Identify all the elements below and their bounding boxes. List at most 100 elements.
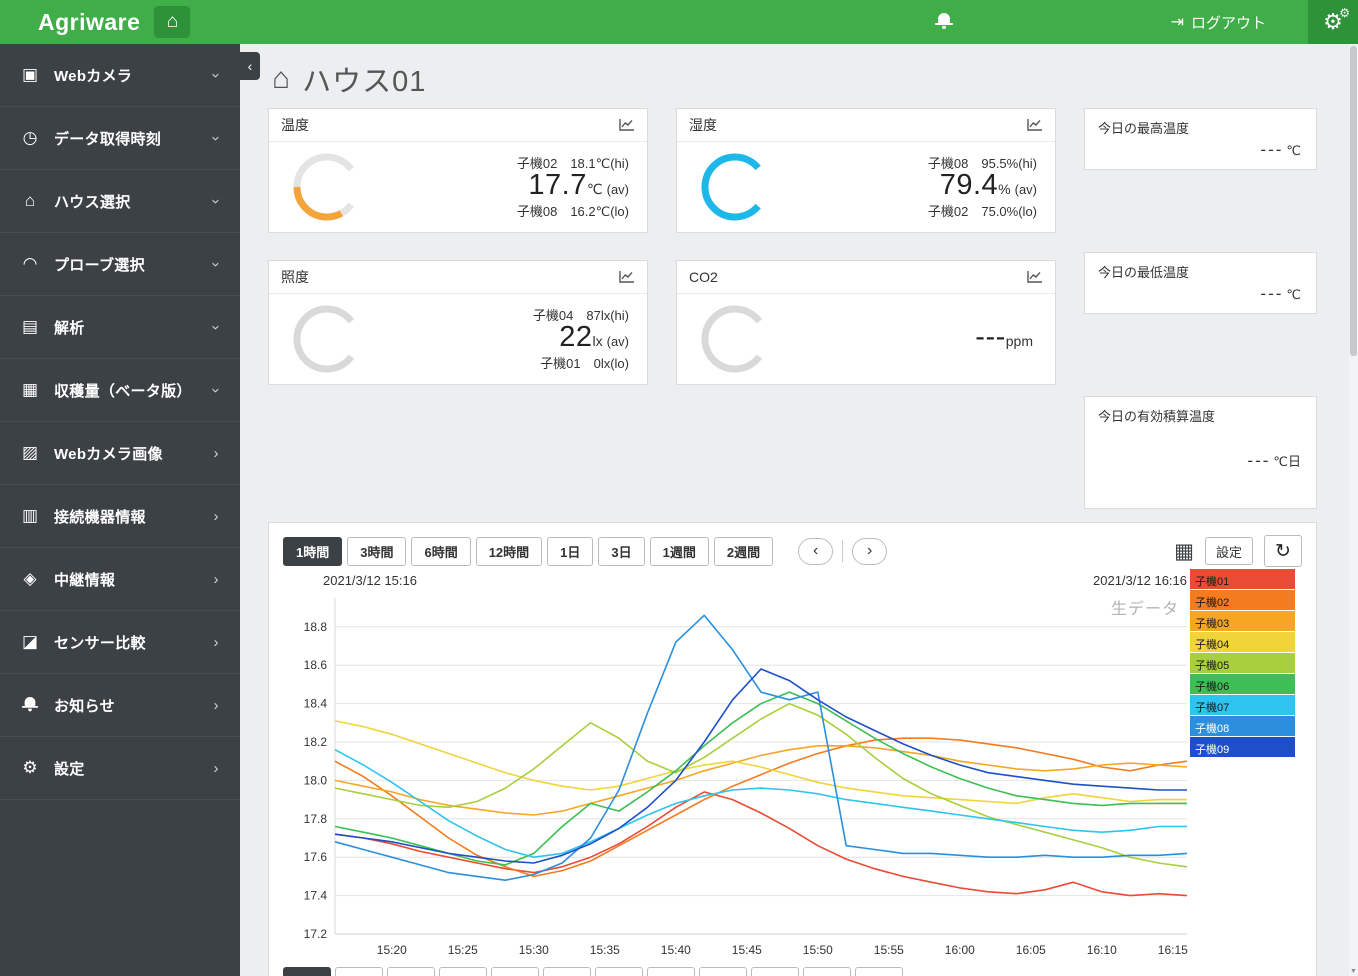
chart-date-range: 2021/3/12 15:16 2021/3/12 16:16 [323,573,1187,588]
series-toggle-button[interactable] [543,967,591,976]
chart-next-button[interactable]: › [852,537,888,565]
chevron-right-icon: › [213,696,219,714]
series-toggle-button[interactable] [803,967,851,976]
chart-line-icon[interactable] [619,118,635,132]
average-reading: 17.7℃ (av) [528,168,629,201]
header-settings-button[interactable]: ⚙ ⚙ [1308,0,1358,44]
sidebar-collapse-button[interactable]: ‹ [240,52,260,80]
chevron-down-icon: › [207,387,225,393]
series-toggle-button[interactable] [283,967,331,976]
notification-bell-button[interactable] [934,11,953,34]
temperature-gauge [293,153,361,221]
x-axis-label: 16:15 [1158,943,1188,957]
clock-icon: ◷ [22,128,38,147]
y-axis-label: 18.2 [304,735,328,749]
sidebar-item-analysis[interactable]: ▤ 解析 › [0,296,240,359]
legend-item[interactable]: 子機09 [1190,737,1295,757]
devices-icon: ▥ [21,506,39,525]
gear-small-icon: ⚙ [1339,6,1350,20]
range-button-1w[interactable]: 1週間 [649,536,709,566]
scrollbar-thumb[interactable] [1350,46,1357,356]
series-toggle-button[interactable] [439,967,487,976]
sidebar-item-label: 接続機器情報 [54,508,146,526]
series-toggle-button[interactable] [647,967,695,976]
lo-reading: 子機01 0lx(lo) [540,355,629,371]
legend-item[interactable]: 子機02 [1190,590,1295,610]
illuminance-card: 照度 子機04 87lx(hi) 22lx (av) 子機01 0lx(lo) [268,260,648,385]
scrollbar-down-arrow[interactable]: ▼ [1349,968,1358,975]
range-button-6h[interactable]: 6時間 [411,536,471,566]
bell-icon [19,695,41,716]
lo-reading: 子機02 75.0%(lo) [927,203,1037,219]
sidebar-item-label: Webカメラ画像 [54,445,163,463]
today-min-temp-card: 今日の最低温度 --- ℃ [1084,252,1317,314]
y-axis-label: 17.4 [304,889,328,903]
x-axis-label: 16:00 [945,943,975,957]
legend-item[interactable]: 子機08 [1190,716,1295,736]
sidebar-item-label: ハウス選択 [54,193,131,211]
logout-button[interactable]: ⇥ ログアウト [1171,12,1266,33]
range-button-2w[interactable]: 2週間 [713,536,774,566]
sidebar-item-webcam-images[interactable]: ▨ Webカメラ画像 › [0,422,240,485]
range-button-3d[interactable]: 3日 [598,536,645,566]
range-button-1d[interactable]: 1日 [547,536,594,566]
legend-item[interactable]: 子機05 [1190,653,1295,673]
chart-settings-button[interactable]: 設定 [1204,537,1253,565]
y-axis-label: 17.6 [304,850,328,864]
sidebar-item-webcamera[interactable]: ▣ Webカメラ › [0,44,240,107]
sidebar-item-label: Webカメラ [54,67,133,85]
range-button-1h[interactable]: 1時間 [283,536,343,566]
average-reading: 79.4% (av) [939,168,1037,201]
series-toggle-button[interactable] [699,967,747,976]
legend-item[interactable]: 子機04 [1190,632,1295,652]
chart-line-icon[interactable] [1027,270,1043,284]
sidebar-item-label: 解析 [54,319,85,337]
legend-item[interactable]: 子機07 [1190,695,1295,715]
sidebar-item-settings[interactable]: ⚙ 設定 › [0,737,240,800]
series-toggle-button[interactable] [387,967,435,976]
x-axis-label: 16:10 [1087,943,1117,957]
range-button-12h[interactable]: 12時間 [475,536,543,566]
sidebar-item-data-time[interactable]: ◷ データ取得時刻 › [0,107,240,170]
series-toggle-button[interactable] [491,967,539,976]
sidebar-item-label: プローブ選択 [54,256,145,274]
chart-prev-button[interactable]: ‹ [798,537,834,565]
chart-legend: 子機01 子機02 子機03 子機04 子機05 子機06 子機07 子機08 子機09 [1190,569,1295,758]
chevron-down-icon: › [207,198,225,204]
legend-item[interactable]: 子機03 [1190,611,1295,631]
legend-item[interactable]: 子機01 [1190,569,1295,589]
today-max-temp-value: --- ℃ [1260,140,1301,159]
sidebar-item-sensor-compare[interactable]: ◪ センサー比較 › [0,611,240,674]
x-axis-label: 15:30 [519,943,549,957]
series-toggle-button[interactable] [751,967,799,976]
sidebar-item-probe-select[interactable]: ◠ プローブ選択 › [0,233,240,296]
page-scrollbar[interactable]: ▼ [1349,44,1358,976]
chart-line-icon[interactable] [1027,118,1043,132]
card-title: 湿度 [689,117,717,133]
y-axis-label: 18.4 [304,697,328,711]
logout-label: ログアウト [1190,14,1266,32]
y-axis-label: 18.8 [304,620,328,634]
page-title-text: ハウス01 [302,66,427,98]
series-toggle-button[interactable] [595,967,643,976]
page-title: ⌂ ハウス01 [272,58,426,100]
sidebar-item-house-select[interactable]: ⌂ ハウス選択 › [0,170,240,233]
chevron-right-icon: › [213,570,219,588]
series-toggle-button[interactable] [855,967,903,976]
sidebar-item-harvest[interactable]: ▦ 収穫量（ベータ版） › [0,359,240,422]
sidebar-item-relay[interactable]: ◈ 中継情報 › [0,548,240,611]
range-button-3h[interactable]: 3時間 [347,536,407,566]
legend-item[interactable]: 子機06 [1190,674,1295,694]
refresh-button[interactable]: ↻ [1264,535,1302,567]
y-axis-label: 18.6 [304,658,328,672]
series-line-子機07 [334,748,1187,859]
chevron-down-icon: › [207,72,225,78]
chart-line-icon[interactable] [619,270,635,284]
header-home-button[interactable]: ⌂ [154,6,191,38]
sidebar-item-news[interactable]: お知らせ › [0,674,240,737]
series-line-子機04 [334,720,1187,805]
average-reading: ---ppm [975,320,1033,353]
series-toggle-button[interactable] [335,967,383,976]
sidebar-item-devices[interactable]: ▥ 接続機器情報 › [0,485,240,548]
calendar-icon[interactable]: ▦ [1174,541,1194,562]
